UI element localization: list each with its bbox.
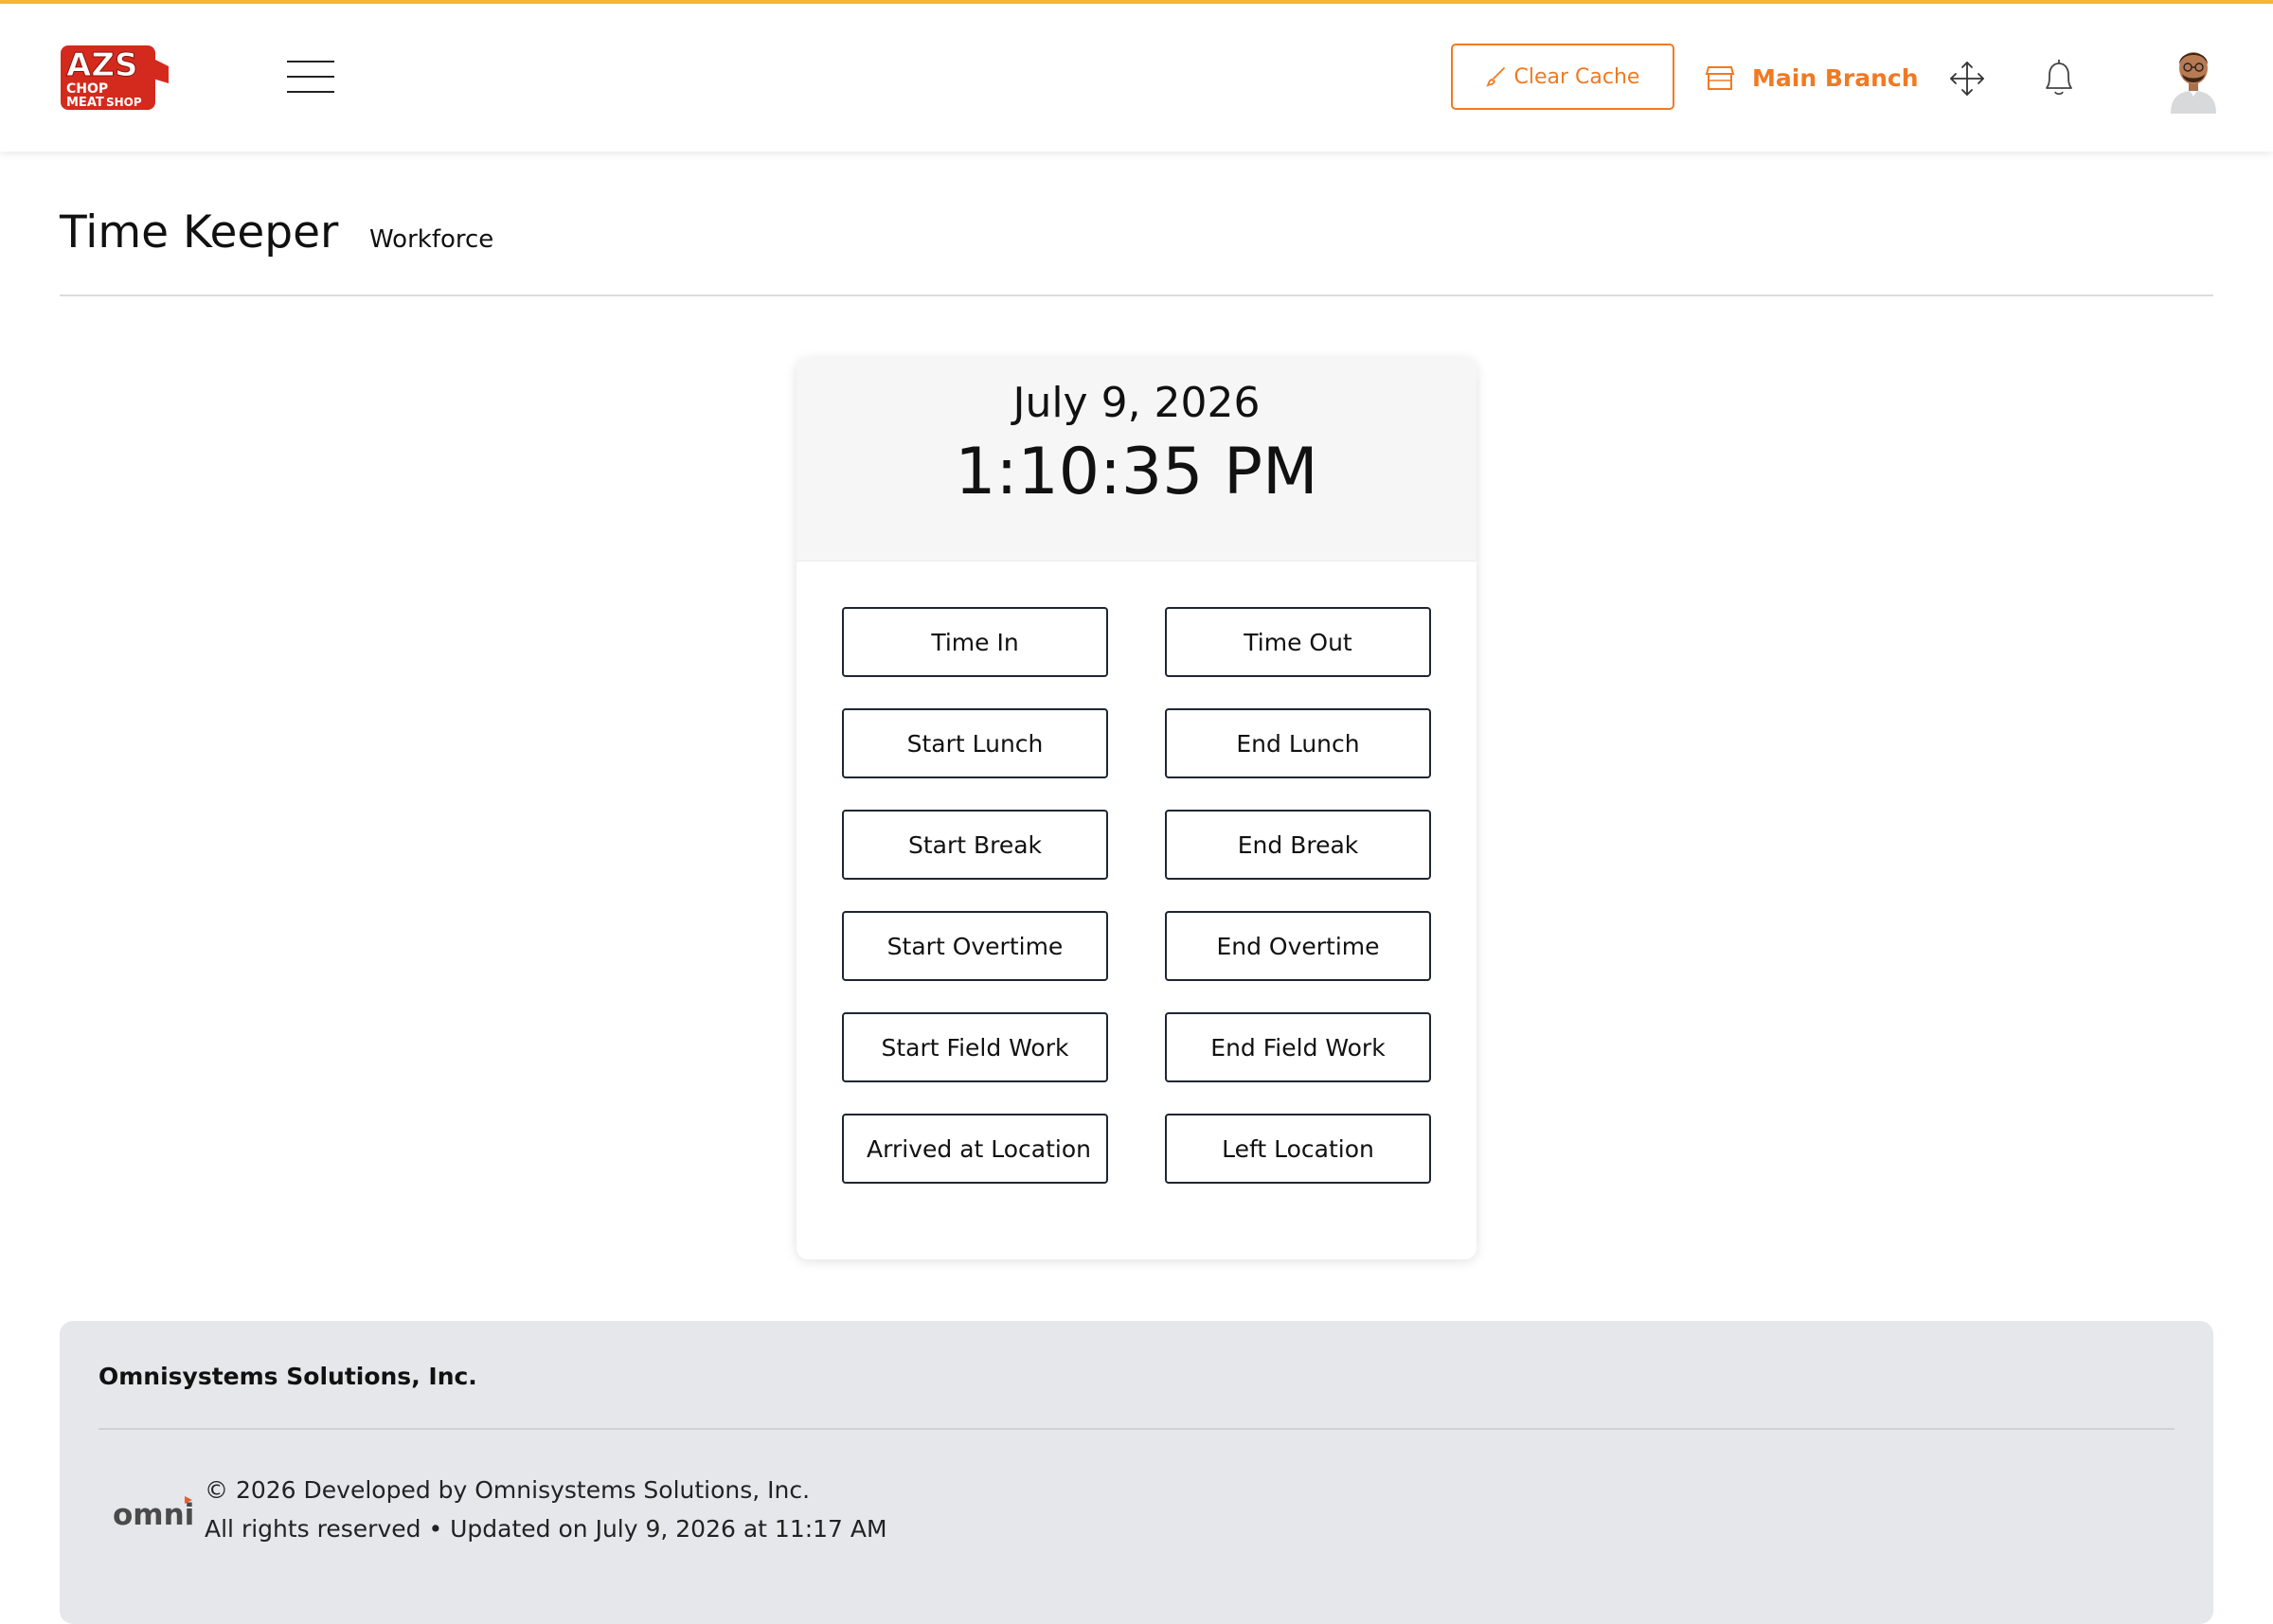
footer-updated: All rights reserved • Updated on July 9,… [205,1515,887,1543]
branch-label: Main Branch [1752,63,1919,92]
title-divider [60,294,2213,296]
store-icon [1705,66,1735,90]
svg-text:CHOP: CHOP [66,81,108,97]
time-keeper-card: July 9, 2026 1:10:35 PM Time In Time Out… [796,358,1477,1259]
clear-cache-label: Clear Cache [1513,64,1640,89]
left-location-button[interactable]: Left Location [1165,1114,1431,1184]
move-icon[interactable] [1947,59,1987,98]
menu-icon[interactable] [287,61,334,95]
svg-text:AZS: AZS [66,46,137,84]
page-title: Time Keeper [60,206,339,259]
start-overtime-button[interactable]: Start Overtime [842,911,1108,981]
bell-icon[interactable] [2039,57,2079,100]
svg-text:SHOP: SHOP [106,96,142,109]
footer-divider [98,1428,2175,1430]
end-field-work-button[interactable]: End Field Work [1165,1012,1431,1082]
svg-text:omni: omni [113,1498,194,1532]
start-field-work-button[interactable]: Start Field Work [842,1012,1108,1082]
clock-header: July 9, 2026 1:10:35 PM [796,358,1477,562]
end-break-button[interactable]: End Break [1165,810,1431,880]
end-lunch-button[interactable]: End Lunch [1165,708,1431,778]
company-logo[interactable]: AZS CHOP MEAT SHOP [59,40,170,116]
user-avatar[interactable] [2165,42,2222,114]
arrived-at-location-button[interactable]: Arrived at Location [842,1114,1108,1184]
brush-icon [1485,67,1505,87]
end-overtime-button[interactable]: End Overtime [1165,911,1431,981]
action-button-grid: Time In Time Out Start Lunch End Lunch S… [842,607,1431,1184]
time-in-button[interactable]: Time In [842,607,1108,677]
footer-company-name: Omnisystems Solutions, Inc. [98,1363,477,1390]
start-lunch-button[interactable]: Start Lunch [842,708,1108,778]
footer-copyright: © 2026 Developed by Omnisystems Solution… [205,1476,811,1504]
current-time: 1:10:35 PM [955,435,1318,509]
omni-logo: omni [113,1496,194,1532]
branch-selector[interactable]: Main Branch [1705,59,1919,97]
svg-text:MEAT: MEAT [66,96,104,110]
page-breadcrumb: Workforce [369,225,494,254]
time-out-button[interactable]: Time Out [1165,607,1431,677]
clear-cache-button[interactable]: Clear Cache [1451,44,1674,110]
top-navbar: AZS CHOP MEAT SHOP Clear Cache Main Bran… [0,4,2273,152]
current-date: July 9, 2026 [1012,379,1261,427]
page-footer: Omnisystems Solutions, Inc. omni © 2026 … [60,1321,2213,1624]
start-break-button[interactable]: Start Break [842,810,1108,880]
